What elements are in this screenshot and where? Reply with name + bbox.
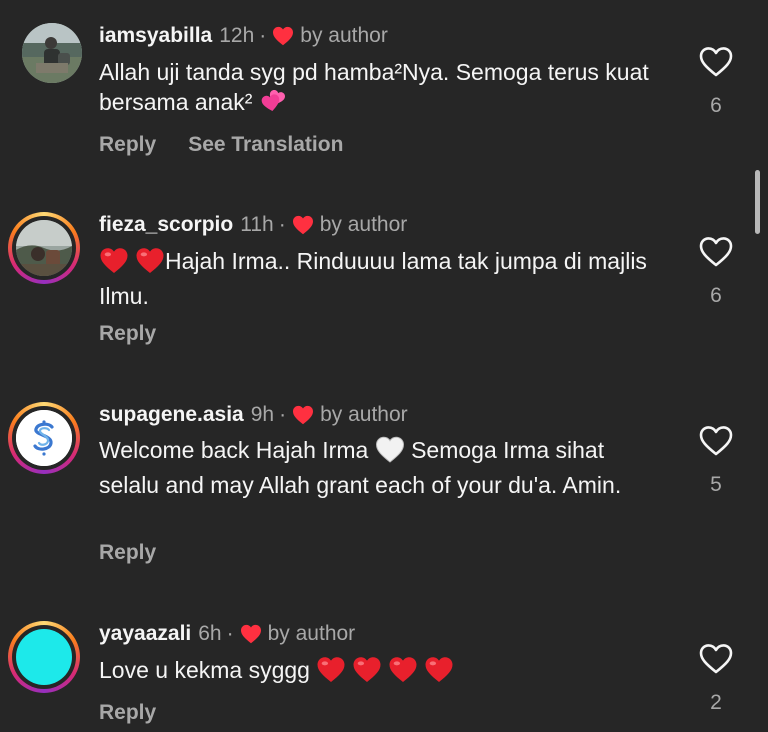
comment-time: 12h: [219, 24, 255, 47]
comment-text: Allah uji tanda syg pd hamba²Nya. Semoga…: [99, 57, 669, 122]
like-count: 6: [710, 94, 722, 117]
by-author-label: by author: [320, 403, 408, 426]
username[interactable]: supagene.asia: [99, 402, 244, 428]
comment-actions: Reply: [99, 322, 156, 346]
separator-dot: ·: [278, 213, 286, 236]
comment-meta: iamsyabilla 12h · by author: [99, 23, 388, 49]
see-translation-button[interactable]: See Translation: [188, 133, 343, 157]
supagene-logo-icon: [16, 410, 72, 466]
username[interactable]: iamsyabilla: [99, 23, 212, 49]
reply-button[interactable]: Reply: [99, 133, 156, 157]
author-liked-heart-icon: [272, 26, 294, 46]
red-heart-emoji-icon: [388, 656, 418, 690]
like-heart-icon[interactable]: [698, 643, 734, 675]
like-count: 2: [710, 691, 722, 714]
photo-avatar-icon: [22, 23, 82, 83]
like-heart-icon[interactable]: [698, 236, 734, 268]
reply-button[interactable]: Reply: [99, 541, 156, 565]
author-liked-heart-icon: [240, 624, 262, 644]
white-heart-emoji-icon: [375, 436, 405, 470]
comment-text-content: Hajah Irma.. Rinduuuu lama tak jumpa di …: [99, 248, 647, 309]
user-avatar[interactable]: [8, 402, 80, 474]
red-heart-emoji-icon: [135, 247, 165, 281]
like-count: 6: [710, 284, 722, 307]
comment-meta: yayaazali 6h · by author: [99, 621, 355, 647]
comment-text: Welcome back Hajah Irma Semoga Irma siha…: [99, 435, 669, 500]
photo-avatar-icon: [16, 220, 72, 276]
comment-time: 6h: [198, 622, 222, 645]
by-author-label: by author: [300, 24, 388, 47]
user-avatar[interactable]: [22, 23, 82, 83]
username[interactable]: fieza_scorpio: [99, 212, 233, 238]
author-liked-heart-icon: [292, 215, 314, 235]
separator-dot: ·: [259, 24, 267, 47]
comment-actions: Reply: [99, 701, 156, 725]
like-heart-icon[interactable]: [698, 425, 734, 457]
red-heart-emoji-icon: [352, 656, 382, 690]
red-heart-emoji-icon: [316, 656, 346, 690]
by-author-label: by author: [267, 622, 356, 645]
cyan-avatar-icon: [16, 629, 72, 685]
by-author-label: by author: [319, 213, 408, 236]
scrollbar-thumb[interactable]: [755, 170, 760, 234]
reply-button[interactable]: Reply: [99, 322, 156, 346]
red-heart-emoji-icon: [424, 656, 454, 690]
comment-text-content: Love u kekma syggg: [99, 657, 310, 683]
comment-meta: supagene.asia 9h · by author: [99, 402, 408, 428]
like-heart-icon[interactable]: [698, 46, 734, 78]
comment-text-before: Welcome back Hajah Irma: [99, 437, 369, 463]
comment-text-content: Allah uji tanda syg pd hamba²Nya. Semoga…: [99, 59, 649, 115]
user-avatar[interactable]: [8, 212, 80, 284]
reply-button[interactable]: Reply: [99, 701, 156, 725]
comment-text: Love u kekma syggg: [99, 655, 669, 690]
username[interactable]: yayaazali: [99, 621, 191, 647]
comment-meta: fieza_scorpio 11h · by author: [99, 212, 407, 238]
separator-dot: ·: [226, 622, 234, 645]
comment-actions: Reply: [99, 541, 156, 565]
two-hearts-emoji-icon: [259, 87, 291, 122]
like-count: 5: [710, 473, 722, 496]
comment-time: 11h: [240, 213, 274, 236]
separator-dot: ·: [279, 403, 287, 426]
red-heart-emoji-icon: [99, 247, 129, 281]
comment-time: 9h: [250, 403, 275, 426]
author-liked-heart-icon: [292, 405, 314, 425]
comment-text: Hajah Irma.. Rinduuuu lama tak jumpa di …: [99, 246, 669, 311]
user-avatar[interactable]: [8, 621, 80, 693]
comment-actions: Reply See Translation: [99, 133, 343, 157]
